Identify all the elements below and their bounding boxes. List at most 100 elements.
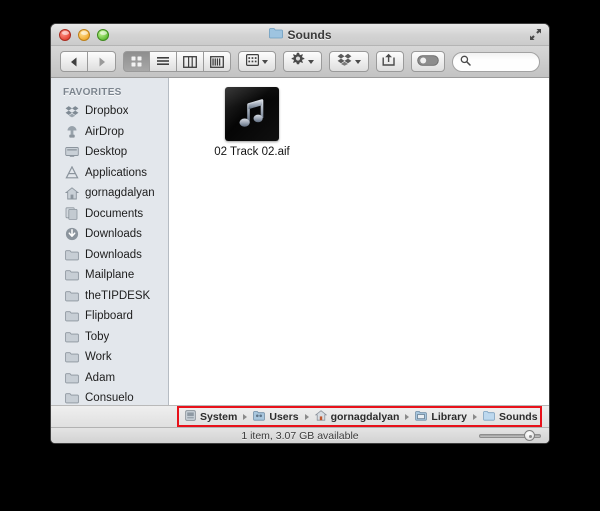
zoom-button[interactable]	[97, 28, 109, 41]
view-list-button[interactable]	[150, 51, 177, 72]
icon-size-slider[interactable]	[479, 430, 541, 441]
window-body: FAVORITES Dropbox AirDrop Desktop Applic…	[51, 78, 549, 405]
sidebar-item-label: Documents	[85, 207, 144, 220]
share-button[interactable]	[376, 51, 404, 72]
dropbox-icon	[337, 53, 352, 71]
sidebar-item-label: Applications	[85, 166, 148, 179]
slider-knob[interactable]	[524, 430, 535, 441]
breadcrumb-label: Users	[269, 410, 299, 423]
sidebar-item-dropbox[interactable]: Dropbox	[51, 101, 168, 122]
window-title: Sounds	[287, 27, 332, 42]
dropbox-button[interactable]	[329, 51, 369, 72]
breadcrumb-system[interactable]: System	[185, 408, 237, 426]
sidebar-item-label: AirDrop	[85, 125, 124, 138]
search-icon	[460, 53, 471, 71]
folder-icon	[268, 26, 283, 44]
chevron-down-icon	[308, 59, 314, 64]
sidebar-item-label: Adam	[85, 371, 116, 384]
view-icon-button[interactable]	[123, 51, 150, 72]
documents-icon	[64, 207, 79, 221]
breadcrumb-separator-icon	[304, 413, 309, 420]
sidebar-item-downloads[interactable]: Downloads	[51, 224, 168, 245]
sidebar-item-applications[interactable]: Applications	[51, 163, 168, 184]
breadcrumb-label: gornagdalyan	[330, 410, 400, 423]
navigation-buttons	[60, 51, 116, 72]
breadcrumb-label: System	[200, 410, 238, 423]
tag-pill-icon	[417, 53, 439, 71]
close-button[interactable]	[59, 28, 71, 41]
share-arrow-icon	[382, 53, 398, 71]
finder-window: Sounds FAVORITES Dropbox AirDrop Desktop…	[50, 23, 550, 444]
sidebar-item-consuelo[interactable]: Consuelo	[51, 388, 168, 405]
breadcrumb-separator-icon	[473, 413, 478, 420]
file-item[interactable]: 02 Track 02.aif	[198, 87, 306, 158]
sidebar-item-label: Consuelo	[85, 392, 134, 405]
view-column-button[interactable]	[177, 51, 204, 72]
sidebar-item-flipboard[interactable]: Flipboard	[51, 306, 168, 327]
breadcrumb-label: Sounds	[499, 410, 538, 423]
search-field[interactable]	[452, 51, 540, 72]
sidebar-item-label: Downloads	[85, 248, 142, 261]
folder-icon	[64, 289, 79, 303]
breadcrumb-separator-icon	[243, 413, 248, 420]
back-button[interactable]	[60, 51, 88, 72]
sidebar-item-documents[interactable]: Documents	[51, 204, 168, 225]
folder-icon	[64, 371, 79, 385]
sidebar-item-downloads-folder[interactable]: Downloads	[51, 245, 168, 266]
file-list-area[interactable]: 02 Track 02.aif	[169, 78, 549, 405]
sidebar-item-label: Mailplane	[85, 269, 135, 282]
chevron-down-icon	[355, 59, 361, 64]
fullscreen-arrows-icon[interactable]	[529, 28, 542, 41]
sidebar-item-thetipdesk[interactable]: theTIPDESK	[51, 286, 168, 307]
breadcrumb-users[interactable]: Users	[253, 408, 299, 426]
sidebar-item-mailplane[interactable]: Mailplane	[51, 265, 168, 286]
tag-button[interactable]	[411, 51, 445, 72]
sidebar-item-label: Toby	[85, 330, 110, 343]
window-titlebar[interactable]: Sounds	[51, 24, 549, 46]
library-folder-icon	[415, 408, 428, 426]
folder-icon	[64, 330, 79, 344]
screen-background: Sounds FAVORITES Dropbox AirDrop Desktop…	[0, 0, 600, 511]
dropbox-icon	[64, 104, 79, 118]
sidebar-item-label: Desktop	[85, 146, 128, 159]
sidebar-item-adam[interactable]: Adam	[51, 368, 168, 389]
sidebar-item-label: Downloads	[85, 228, 142, 241]
audio-file-icon	[225, 87, 279, 141]
traffic-lights	[59, 28, 109, 41]
sidebar-item-label: theTIPDESK	[85, 289, 151, 302]
desktop-icon	[64, 145, 79, 159]
users-folder-icon	[253, 408, 266, 426]
window-title-group: Sounds	[51, 24, 549, 45]
folder-icon	[64, 350, 79, 364]
forward-button[interactable]	[88, 51, 116, 72]
breadcrumb-library[interactable]: Library	[415, 408, 467, 426]
pathbar: System Users gornagdalyan Library Sounds	[177, 406, 542, 427]
breadcrumb-sounds[interactable]: Sounds	[483, 408, 538, 426]
sidebar-item-toby[interactable]: Toby	[51, 327, 168, 348]
statusbar: 1 item, 3.07 GB available	[51, 427, 549, 443]
view-coverflow-button[interactable]	[204, 51, 231, 72]
arrange-grid-icon	[246, 53, 260, 71]
arrange-by-button[interactable]	[238, 51, 276, 72]
breadcrumb-label: Library	[431, 410, 468, 423]
sidebar: FAVORITES Dropbox AirDrop Desktop Applic…	[51, 78, 169, 405]
gear-icon	[291, 52, 305, 71]
chevron-down-icon	[262, 59, 268, 64]
sidebar-item-desktop[interactable]: Desktop	[51, 142, 168, 163]
applications-icon	[64, 166, 79, 180]
search-input[interactable]	[475, 55, 532, 68]
sidebar-item-label: gornagdalyan	[85, 187, 155, 200]
sidebar-item-work[interactable]: Work	[51, 347, 168, 368]
file-name-label: 02 Track 02.aif	[214, 146, 290, 158]
sidebar-item-home[interactable]: gornagdalyan	[51, 183, 168, 204]
sidebar-item-airdrop[interactable]: AirDrop	[51, 122, 168, 143]
folder-icon	[483, 408, 495, 426]
home-icon	[64, 186, 79, 200]
breadcrumb-home[interactable]: gornagdalyan	[314, 408, 400, 426]
pathbar-container: System Users gornagdalyan Library Sounds	[51, 405, 549, 427]
minimize-button[interactable]	[78, 28, 90, 41]
downloads-arrow-icon	[64, 227, 79, 241]
sidebar-item-label: Work	[85, 351, 112, 364]
sidebar-item-label: Flipboard	[85, 310, 133, 323]
action-gear-button[interactable]	[283, 51, 322, 72]
